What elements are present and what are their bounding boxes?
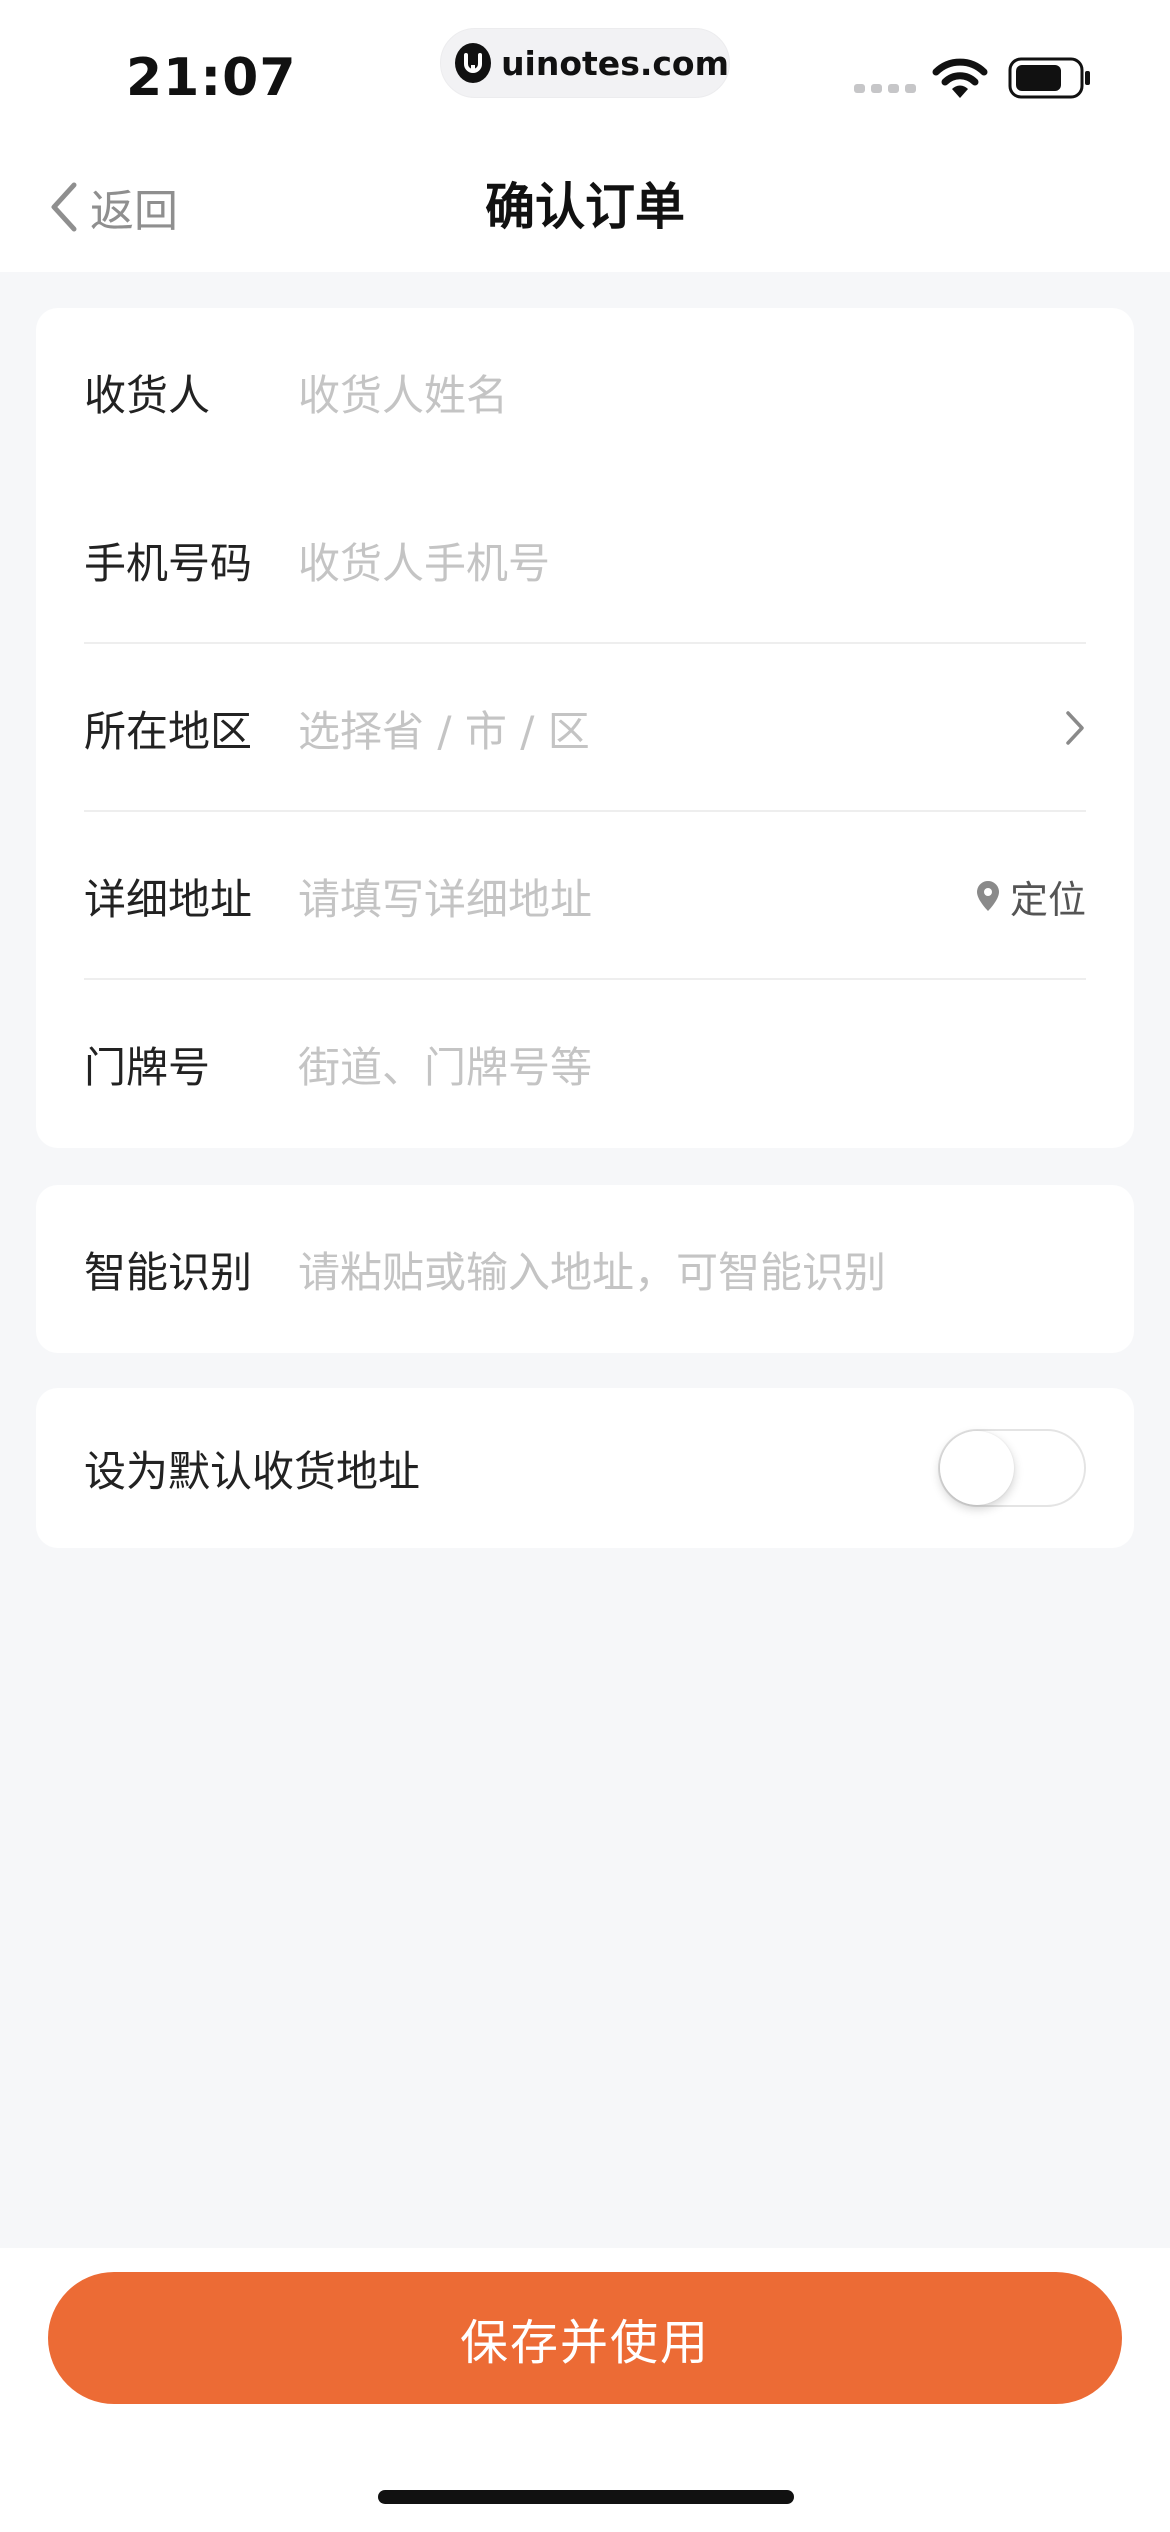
detail-address-row[interactable]: 详细地址 请填写详细地址 定位 bbox=[84, 812, 1086, 980]
recipient-row[interactable]: 收货人 收货人姓名 bbox=[84, 308, 1086, 476]
smart-recognition-label: 智能识别 bbox=[84, 1247, 253, 1297]
location-pin-icon bbox=[976, 881, 999, 911]
address-form-card: 收货人 收货人姓名 手机号码 收货人手机号 所在地区 选择省 / 市 / 区 详… bbox=[36, 308, 1134, 1148]
phone-label: 手机号码 bbox=[84, 538, 253, 588]
back-label: 返回 bbox=[90, 186, 178, 237]
locate-label: 定位 bbox=[1009, 877, 1086, 922]
recipient-input[interactable]: 收货人姓名 bbox=[298, 362, 1086, 423]
locate-button[interactable]: 定位 bbox=[976, 869, 1086, 924]
url-text: uinotes.com bbox=[501, 43, 729, 83]
top-bar: 21:07 uinotes.com 确认订单 返回 bbox=[0, 0, 1170, 272]
detail-address-label: 详细地址 bbox=[84, 874, 253, 924]
house-number-input[interactable]: 街道、门牌号等 bbox=[298, 1034, 1086, 1095]
house-number-label: 门牌号 bbox=[84, 1042, 211, 1092]
phone-input[interactable]: 收货人手机号 bbox=[298, 530, 1086, 591]
wifi-icon bbox=[932, 58, 988, 104]
detail-address-input[interactable]: 请填写详细地址 bbox=[298, 866, 976, 927]
smart-recognition-card: 智能识别 请粘贴或输入地址，可智能识别 bbox=[36, 1185, 1134, 1353]
smart-recognition-input[interactable]: 请粘贴或输入地址，可智能识别 bbox=[298, 1239, 1086, 1300]
site-logo-icon bbox=[455, 43, 492, 83]
default-address-card: 设为默认收货地址 bbox=[36, 1388, 1134, 1548]
smart-recognition-row[interactable]: 智能识别 请粘贴或输入地址，可智能识别 bbox=[84, 1185, 1086, 1353]
chevron-left-icon bbox=[51, 182, 77, 232]
chevron-right-icon bbox=[1066, 711, 1084, 745]
default-address-row: 设为默认收货地址 bbox=[84, 1388, 1086, 1548]
region-row[interactable]: 所在地区 选择省 / 市 / 区 bbox=[84, 644, 1086, 812]
phone-row[interactable]: 手机号码 收货人手机号 bbox=[84, 476, 1086, 644]
save-and-use-button[interactable]: 保存并使用 bbox=[48, 2272, 1122, 2404]
url-pill[interactable]: uinotes.com bbox=[440, 28, 730, 98]
default-address-label: 设为默认收货地址 bbox=[84, 1446, 421, 1496]
home-indicator[interactable] bbox=[378, 2490, 794, 2504]
toggle-knob bbox=[940, 1431, 1014, 1505]
signal-icon bbox=[854, 84, 916, 93]
default-address-toggle[interactable] bbox=[938, 1429, 1086, 1507]
region-selector[interactable]: 选择省 / 市 / 区 bbox=[298, 698, 1064, 759]
back-button[interactable]: 返回 bbox=[48, 172, 178, 242]
recipient-label: 收货人 bbox=[84, 370, 211, 420]
screen: 21:07 uinotes.com 确认订单 返回 收货人 收货人姓名 手机号码… bbox=[0, 0, 1170, 2532]
house-number-row[interactable]: 门牌号 街道、门牌号等 bbox=[84, 980, 1086, 1148]
status-time: 21:07 bbox=[126, 48, 297, 108]
battery-icon bbox=[1008, 56, 1092, 104]
region-label: 所在地区 bbox=[84, 706, 253, 756]
